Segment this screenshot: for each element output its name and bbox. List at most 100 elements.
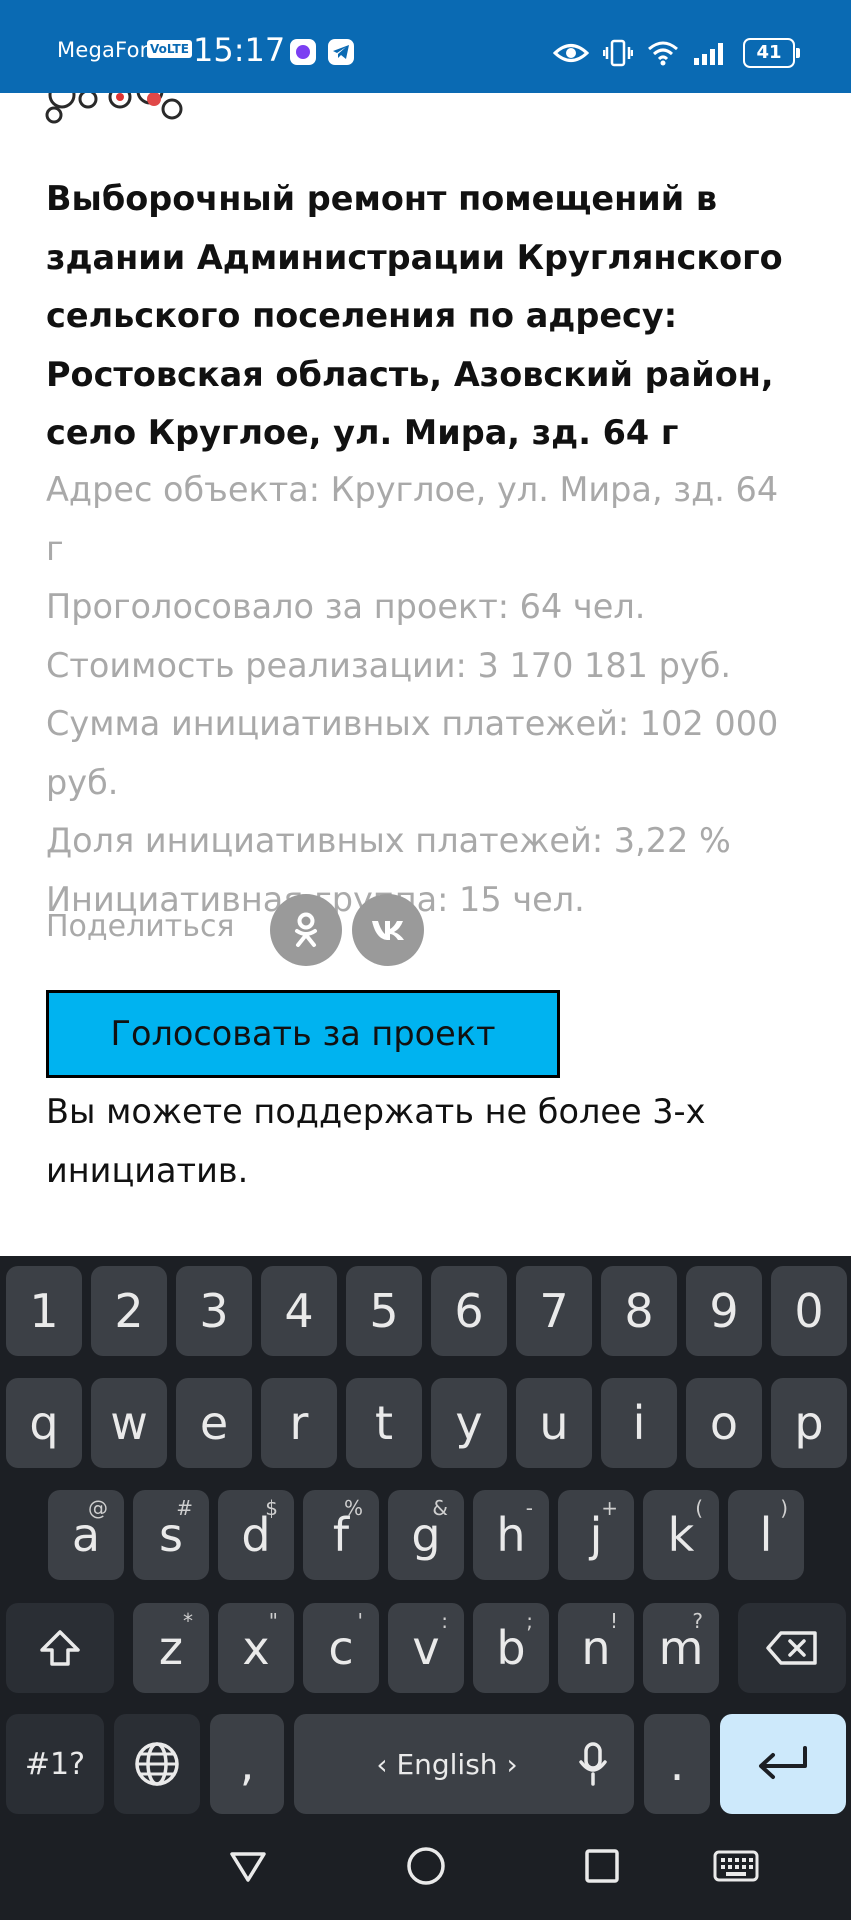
project-cost: Стоимость реализации: 3 170 181 руб. (46, 645, 732, 685)
carrier-label: MegaFon (57, 38, 154, 62)
home-icon[interactable] (404, 1844, 448, 1888)
vk-share-button[interactable] (352, 894, 424, 966)
space-language-label: ‹ English › (376, 1747, 518, 1781)
key-label: t (374, 1396, 394, 1450)
key-w[interactable]: w (91, 1378, 167, 1468)
key-k[interactable]: k( (643, 1490, 719, 1580)
keyboard-switch-icon[interactable] (712, 1844, 760, 1888)
backspace-key[interactable] (738, 1603, 846, 1693)
key-d[interactable]: d $ (218, 1490, 294, 1580)
key-4[interactable]: 4 (261, 1266, 337, 1356)
symbols-key[interactable]: #1? (6, 1714, 104, 1814)
key-label: l (759, 1508, 773, 1562)
vote-button[interactable]: Голосовать за проект (46, 990, 560, 1078)
key-0[interactable]: 0 (771, 1266, 847, 1356)
key-o[interactable]: o (686, 1378, 762, 1468)
clock: 15:17 (193, 31, 286, 69)
key-label: z (158, 1621, 184, 1675)
back-icon[interactable] (226, 1844, 270, 1888)
share-label: Поделиться (46, 909, 235, 944)
microphone-icon[interactable] (578, 1742, 608, 1786)
key-v[interactable]: v: (388, 1603, 464, 1693)
key-secondary-symbol: # (176, 1496, 193, 1520)
key-l[interactable]: l) (728, 1490, 804, 1580)
key-c[interactable]: c ' (303, 1603, 379, 1693)
key-label: i (632, 1396, 646, 1450)
key-r[interactable]: r (261, 1378, 337, 1468)
comma-key[interactable]: , (210, 1714, 284, 1814)
key-x[interactable]: x " (218, 1603, 294, 1693)
key-8[interactable]: 8 (601, 1266, 677, 1356)
language-key[interactable] (114, 1714, 200, 1814)
project-votes: Проголосовало за проект: 64 чел. (46, 587, 646, 626)
key-z[interactable]: z * (133, 1603, 209, 1693)
enter-key[interactable] (720, 1714, 846, 1814)
recents-icon[interactable] (580, 1844, 624, 1888)
key-label: q (29, 1396, 59, 1450)
key-j[interactable]: j + (558, 1490, 634, 1580)
key-b[interactable]: b; (473, 1603, 549, 1693)
vk-icon (372, 921, 404, 940)
key-label: k (667, 1508, 695, 1562)
key-7[interactable]: 7 (516, 1266, 592, 1356)
key-secondary-symbol: * (183, 1609, 193, 1633)
key-3[interactable]: 3 (176, 1266, 252, 1356)
key-label: o (709, 1396, 739, 1450)
key-label: w (110, 1396, 148, 1450)
key-label: v (412, 1621, 440, 1675)
key-i[interactable]: i (601, 1378, 677, 1468)
period-key[interactable]: . (644, 1714, 710, 1814)
key-q[interactable]: q (6, 1378, 82, 1468)
navigation-bar (0, 1824, 851, 1920)
key-h[interactable]: h- (473, 1490, 549, 1580)
project-payments-share: Доля инициативных платежей: 3,22 % (46, 821, 731, 860)
backspace-icon (766, 1631, 817, 1665)
key-label: r (289, 1396, 309, 1450)
key-label: u (539, 1396, 569, 1450)
key-label: p (794, 1396, 824, 1450)
key-secondary-symbol: ! (609, 1609, 618, 1633)
key-label: y (455, 1396, 483, 1450)
key-s[interactable]: s # (133, 1490, 209, 1580)
key-label: n (581, 1621, 611, 1675)
key-g[interactable]: g & (388, 1490, 464, 1580)
key-n[interactable]: n! (558, 1603, 634, 1693)
key-m[interactable]: m? (643, 1603, 719, 1693)
key-secondary-symbol: + (601, 1496, 618, 1520)
key-y[interactable]: y (431, 1378, 507, 1468)
status-bar: MegaFon VoLTE 15:17 41 (0, 0, 851, 93)
key-5[interactable]: 5 (346, 1266, 422, 1356)
key-label: 4 (284, 1284, 314, 1338)
key-2[interactable]: 2 (91, 1266, 167, 1356)
odnoklassniki-share-button[interactable] (270, 894, 342, 966)
key-secondary-symbol: : (441, 1609, 448, 1633)
key-label: 8 (624, 1284, 654, 1338)
key-label: 7 (539, 1284, 569, 1338)
key-t[interactable]: t (346, 1378, 422, 1468)
telegram-notification-icon (328, 39, 354, 65)
project-payments-sum: Сумма инициативных платежей: 102 000 руб… (46, 704, 779, 802)
key-f[interactable]: f% (303, 1490, 379, 1580)
key-label: x (242, 1621, 270, 1675)
space-key[interactable]: ‹ English › (294, 1714, 634, 1814)
project-title: Выборочный ремонт помещений в здании Адм… (46, 179, 783, 452)
key-secondary-symbol: - (525, 1496, 533, 1520)
key-a[interactable]: a @ (48, 1490, 124, 1580)
key-p[interactable]: p (771, 1378, 847, 1468)
status-icons: 41 (553, 36, 800, 70)
key-u[interactable]: u (516, 1378, 592, 1468)
key-6[interactable]: 6 (431, 1266, 507, 1356)
key-secondary-symbol: ? (692, 1609, 703, 1633)
shift-key[interactable] (6, 1603, 114, 1693)
key-1[interactable]: 1 (6, 1266, 82, 1356)
key-e[interactable]: e (176, 1378, 252, 1468)
key-label: e (199, 1396, 229, 1450)
key-9[interactable]: 9 (686, 1266, 762, 1356)
project-address: Адрес объекта: Круглое, ул. Мира, зд. 64… (46, 470, 779, 568)
key-secondary-symbol: " (268, 1609, 278, 1633)
globe-icon (135, 1742, 179, 1786)
enter-icon (759, 1746, 807, 1779)
vote-limit-note: Вы можете поддержать не более 3-х инициа… (46, 1092, 706, 1190)
eye-comfort-icon (553, 44, 589, 62)
vibrate-icon (603, 39, 633, 67)
